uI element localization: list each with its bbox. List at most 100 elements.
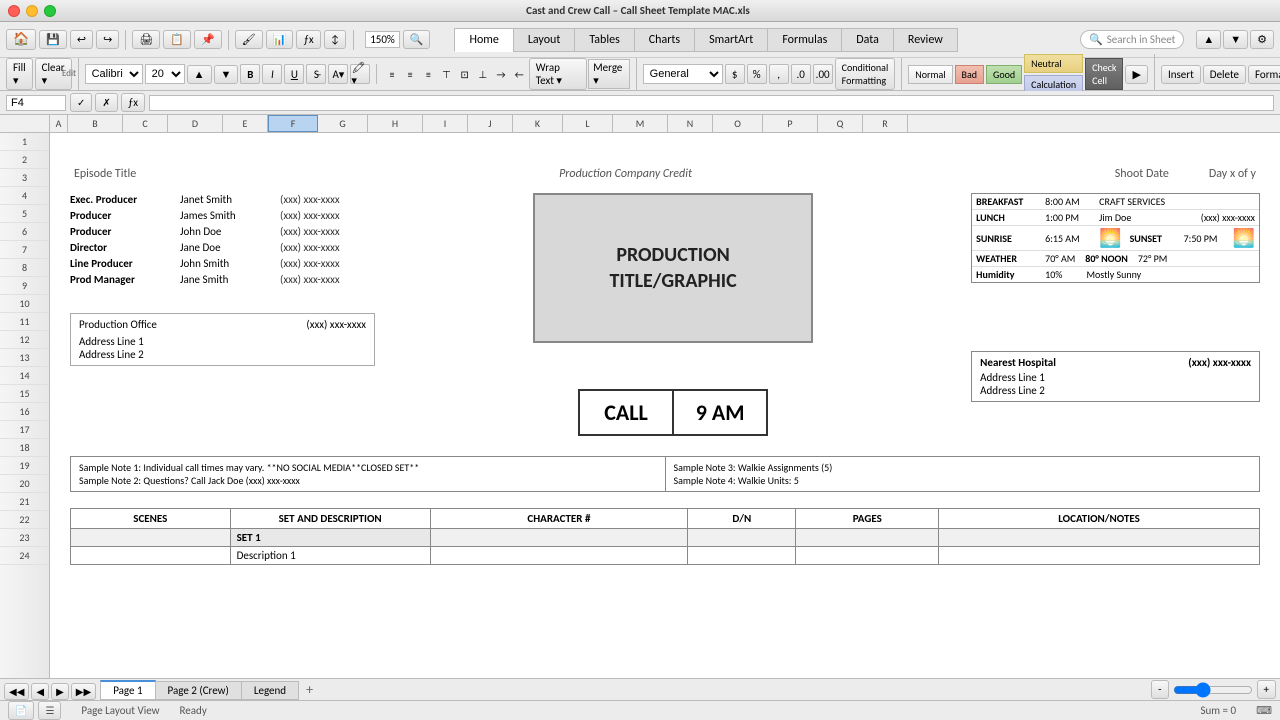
zoom-in[interactable]: + xyxy=(1257,680,1276,699)
minimize-button[interactable] xyxy=(26,5,38,17)
column-headers: A B C D E F G H I J K L M N O P Q R xyxy=(0,115,1280,133)
neutral-style[interactable]: Neutral xyxy=(1024,54,1083,73)
font-color-button[interactable]: A▾ xyxy=(328,64,348,84)
tab-data[interactable]: Data xyxy=(841,28,894,52)
note3: Sample Note 3: Walkie Assignments (5) xyxy=(674,461,1252,474)
redo-button[interactable]: ↪ xyxy=(96,30,119,49)
col-h: H xyxy=(368,115,423,132)
align-top[interactable]: ⊤ xyxy=(438,64,455,84)
decimal-up[interactable]: .0 xyxy=(791,64,811,84)
tab-page1[interactable]: Page 1 xyxy=(100,680,155,700)
tab-smartart[interactable]: SmartArt xyxy=(694,28,768,52)
sort-icon[interactable]: ↕ xyxy=(324,30,347,49)
sheet-content[interactable]: Episode Title Production Company Credit … xyxy=(50,133,1280,678)
tab-last[interactable]: ▶▶ xyxy=(71,683,96,700)
phone-exec: (xxx) xxx-xxxx xyxy=(280,193,340,206)
zoom-display[interactable]: 150% xyxy=(365,31,400,48)
col-location: LOCATION/NOTES xyxy=(939,509,1260,529)
font-select[interactable]: Calibri xyxy=(85,64,143,84)
chart-icon[interactable]: 📊 xyxy=(266,30,294,49)
col-m: M xyxy=(613,115,668,132)
tab-page2[interactable]: Page 2 (Crew) xyxy=(155,681,242,700)
close-button[interactable] xyxy=(8,5,20,17)
currency-btn[interactable]: $ xyxy=(725,64,745,84)
more-styles[interactable]: ▶ xyxy=(1125,65,1147,84)
function-icon[interactable]: ƒx xyxy=(296,30,320,49)
delete-button[interactable]: Delete xyxy=(1203,65,1246,84)
scene-pages-2 xyxy=(796,547,939,565)
wrap-text[interactable]: Wrap Text ▾ xyxy=(529,58,588,90)
align-right[interactable]: ≡ xyxy=(420,64,437,84)
strikethrough-button[interactable]: S̶ xyxy=(306,64,326,84)
nav-down[interactable]: ▼ xyxy=(1223,30,1248,49)
percent-btn[interactable]: % xyxy=(747,64,767,84)
phone-producer1: (xxx) xxx-xxxx xyxy=(280,209,340,222)
copy-button[interactable]: 📋 xyxy=(163,30,191,49)
normal-style[interactable]: Normal xyxy=(908,65,952,84)
fx-checkmark[interactable]: ✓ xyxy=(70,93,92,112)
number-format[interactable]: General xyxy=(643,64,723,84)
align-bottom[interactable]: ⊥ xyxy=(474,64,491,84)
size-select[interactable]: 20 xyxy=(145,64,185,84)
maximize-button[interactable] xyxy=(44,5,56,17)
good-style[interactable]: Good xyxy=(986,65,1022,84)
comma-btn[interactable]: , xyxy=(769,64,789,84)
align-center[interactable]: ≡ xyxy=(402,64,419,84)
tab-charts[interactable]: Charts xyxy=(634,28,695,52)
outdent-button[interactable]: ← xyxy=(511,64,528,84)
paste-button[interactable]: 📌 xyxy=(194,30,222,49)
note2: Sample Note 2: Questions? Call Jack Doe … xyxy=(79,474,657,487)
tab-next[interactable]: ▶ xyxy=(51,683,69,700)
bold-button[interactable]: B xyxy=(240,64,260,84)
font-size-up[interactable]: ▲ xyxy=(187,65,212,84)
prod-graphic-text: PRODUCTION TITLE/GRAPHIC xyxy=(609,242,736,294)
bad-style[interactable]: Bad xyxy=(955,65,984,84)
format-button[interactable]: Format xyxy=(1248,65,1280,84)
align-left[interactable]: ≡ xyxy=(383,64,400,84)
print-button[interactable]: 🖨 xyxy=(132,30,160,49)
nav-up[interactable]: ▲ xyxy=(1196,30,1221,49)
zoom-button[interactable]: 🔍 xyxy=(403,30,431,49)
tab-review[interactable]: Review xyxy=(893,28,958,52)
format-painter[interactable]: 🖌 xyxy=(235,30,263,49)
page-layout-icon[interactable]: 📄 xyxy=(8,701,34,720)
tab-tables[interactable]: Tables xyxy=(574,28,634,52)
underline-button[interactable]: U xyxy=(284,64,304,84)
check-cell-style[interactable]: Check Cell xyxy=(1085,58,1123,90)
settings-icon[interactable]: ⚙ xyxy=(1250,30,1274,49)
scene-row-2: Description 1 xyxy=(71,547,1260,565)
conditional-format[interactable]: ConditionalFormatting xyxy=(835,58,896,90)
zoom-out[interactable]: - xyxy=(1151,680,1168,699)
italic-button[interactable]: I xyxy=(262,64,282,84)
font-size-down[interactable]: ▼ xyxy=(214,65,239,84)
tab-back[interactable]: ◀ xyxy=(31,683,49,700)
tab-prev[interactable]: ◀◀ xyxy=(4,683,29,700)
prod-office-phone: (xxx) xxx-xxxx xyxy=(306,318,366,331)
fx-cancel[interactable]: ✗ xyxy=(95,93,117,112)
align-middle[interactable]: ⊡ xyxy=(456,64,473,84)
tab-formulas[interactable]: Formulas xyxy=(767,28,842,52)
tab-legend[interactable]: Legend xyxy=(241,681,299,700)
tab-home[interactable]: Home xyxy=(454,28,513,52)
zoom-slider[interactable] xyxy=(1173,682,1253,698)
home-icon[interactable]: 🏠 xyxy=(6,29,36,50)
formula-input[interactable] xyxy=(149,95,1274,111)
save-button[interactable]: 💾 xyxy=(39,30,67,49)
cell-reference[interactable] xyxy=(6,95,66,111)
insert-button[interactable]: Insert xyxy=(1161,65,1201,84)
tab-layout[interactable]: Layout xyxy=(513,28,576,52)
fx-button[interactable]: ƒx xyxy=(121,93,145,112)
highlight-button[interactable]: 🖍▾ xyxy=(350,64,370,84)
decimal-down[interactable]: .00 xyxy=(813,64,833,84)
row-1: 1 xyxy=(0,133,49,151)
merge-button[interactable]: Merge ▾ xyxy=(588,59,629,89)
row-16: 16 xyxy=(0,403,49,421)
hospital-address2: Address Line 2 xyxy=(980,384,1251,397)
fill-dropdown[interactable]: Fill ▾ xyxy=(6,58,33,90)
search-box[interactable]: 🔍 Search in Sheet xyxy=(1080,30,1184,49)
row-19: 19 xyxy=(0,457,49,475)
indent-button[interactable]: → xyxy=(492,64,509,84)
undo-button[interactable]: ↩ xyxy=(70,30,93,49)
normal-view-icon[interactable]: ☰ xyxy=(38,701,61,720)
add-sheet-button[interactable]: + xyxy=(298,679,321,700)
